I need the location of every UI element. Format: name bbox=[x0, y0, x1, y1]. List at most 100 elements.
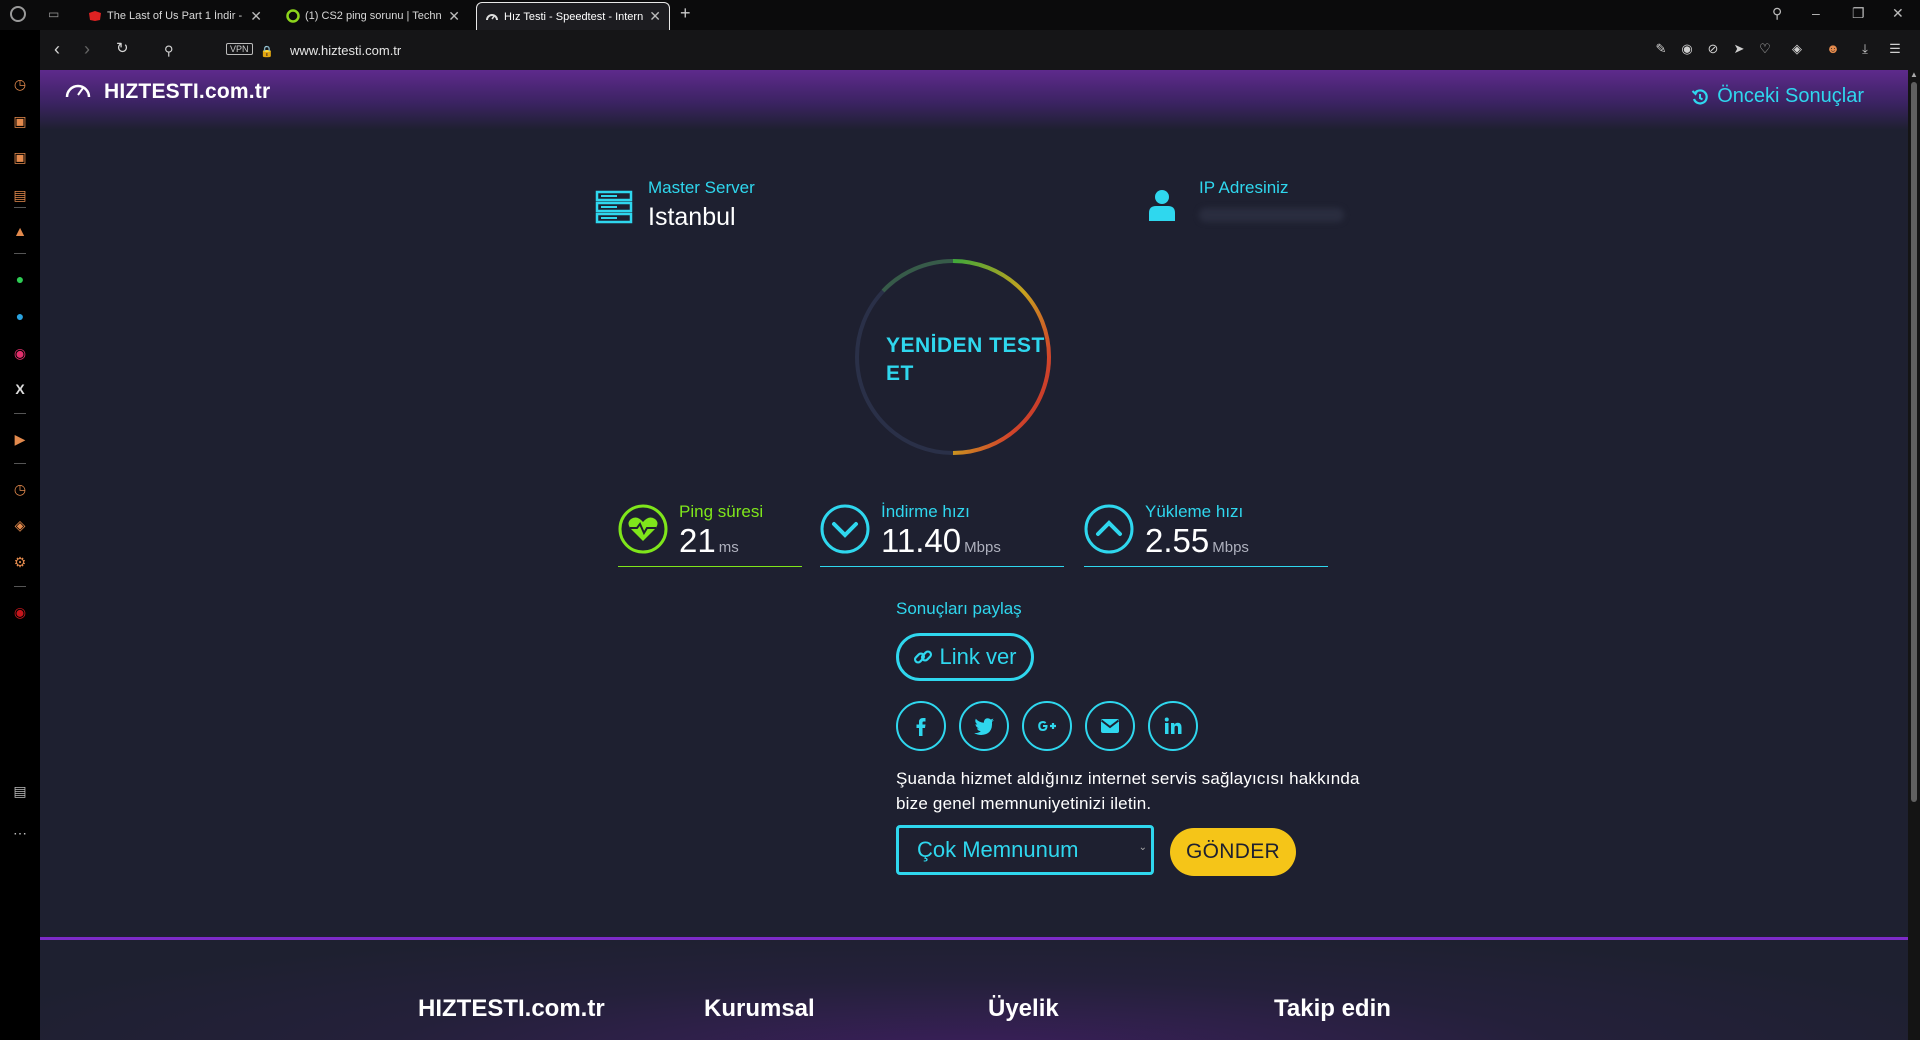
ip-label: IP Adresiniz bbox=[1199, 178, 1289, 197]
send-button[interactable]: GÖNDER bbox=[1170, 828, 1296, 876]
chevron-down-icon: ⌄ bbox=[1138, 842, 1147, 853]
more-icon[interactable]: ⋯ bbox=[11, 824, 29, 842]
speedometer-logo-icon bbox=[65, 84, 91, 98]
upload-value-row: 2.55 Mbps bbox=[1145, 522, 1249, 560]
satisfaction-select[interactable]: Çok Memnunum ⌄ bbox=[896, 825, 1154, 875]
footer-brand-heading: HIZTESTI.com.tr bbox=[418, 995, 605, 1022]
scrollbar-thumb[interactable] bbox=[1911, 82, 1917, 802]
back-icon[interactable]: ‹ bbox=[54, 40, 60, 58]
extensions-icon[interactable]: ◈ bbox=[11, 516, 29, 534]
reload-icon[interactable]: ↻ bbox=[116, 40, 129, 58]
x-icon[interactable]: X bbox=[11, 380, 29, 398]
close-tab-icon[interactable]: ✕ bbox=[649, 8, 661, 25]
shopping-icon[interactable]: ▣ bbox=[11, 112, 29, 130]
download-icon[interactable]: ⤓ bbox=[1858, 42, 1872, 56]
snapshot-icon[interactable]: ◉ bbox=[1680, 42, 1694, 56]
menu-icon[interactable]: ☰ bbox=[1888, 42, 1902, 56]
download-value-row: 11.40 Mbps bbox=[881, 522, 1001, 560]
sidebar-divider bbox=[14, 413, 26, 414]
upload-underline bbox=[1084, 566, 1328, 567]
sidebar-divider bbox=[14, 463, 26, 464]
site-footer: HIZTESTI.com.tr Kurumsal Üyelik Takip ed… bbox=[40, 940, 1908, 1040]
close-window-icon[interactable]: ✕ bbox=[1892, 5, 1904, 22]
link-icon bbox=[914, 650, 933, 664]
news-icon[interactable]: ▤ bbox=[11, 186, 29, 204]
footer-membership-heading: Üyelik bbox=[988, 995, 1059, 1022]
page-scrollbar[interactable]: ▲ bbox=[1908, 70, 1920, 1040]
heart-icon[interactable]: ♡ bbox=[1758, 42, 1772, 56]
download-underline bbox=[820, 566, 1064, 567]
web-page: HIZTESTI.com.tr Önceki Sonuçlar Master S… bbox=[40, 70, 1908, 1040]
cube-icon[interactable]: ◈ bbox=[1790, 42, 1804, 56]
google-plus-share-button[interactable] bbox=[1022, 701, 1072, 751]
footer-corporate-heading: Kurumsal bbox=[704, 995, 815, 1022]
site-header: HIZTESTI.com.tr Önceki Sonuçlar bbox=[40, 70, 1908, 130]
sidebar-divider bbox=[14, 207, 26, 208]
whatsapp-icon[interactable]: ● bbox=[11, 270, 29, 288]
aria-icon[interactable]: ▲ bbox=[11, 222, 29, 240]
tab-last-of-us[interactable]: The Last of Us Part 1 İndir - ✕ bbox=[80, 2, 270, 30]
user-icon bbox=[1149, 190, 1175, 221]
server-value[interactable]: Istanbul bbox=[648, 203, 736, 232]
url-field[interactable]: www.hiztesti.com.tr bbox=[290, 43, 401, 58]
opera-logo-icon[interactable] bbox=[10, 6, 26, 22]
game-site-favicon-icon bbox=[89, 11, 101, 21]
tab-islands-icon[interactable]: ▭ bbox=[48, 7, 64, 21]
close-tab-icon[interactable]: ✕ bbox=[250, 8, 262, 25]
send-icon[interactable]: ➤ bbox=[1732, 42, 1746, 56]
server-label: Master Server bbox=[648, 178, 755, 197]
telegram-icon[interactable]: ● bbox=[11, 307, 29, 325]
search-tabs-icon[interactable]: ⚲ bbox=[1772, 5, 1782, 22]
ping-underline bbox=[618, 566, 802, 567]
player-icon[interactable]: ▶ bbox=[11, 430, 29, 448]
email-share-button[interactable] bbox=[1085, 701, 1135, 751]
address-bar: ‹ › ↻ ⚲ VPN 🔒 www.hiztesti.com.tr ✎ ◉ ⊘ … bbox=[40, 30, 1920, 70]
tab-cs2-ping[interactable]: (1) CS2 ping sorunu | Techn ✕ bbox=[278, 2, 468, 30]
scroll-up-icon[interactable]: ▲ bbox=[1910, 70, 1918, 79]
retest-line-1: YENİDEN TEST bbox=[886, 334, 1045, 357]
link-button[interactable]: Link ver bbox=[896, 633, 1034, 681]
previous-results-label: Önceki Sonuçlar bbox=[1717, 85, 1864, 107]
ublock-icon[interactable]: ◉ bbox=[11, 603, 29, 621]
retest-button[interactable]: YENİDEN TEST ET bbox=[886, 332, 1046, 388]
minimize-icon[interactable]: – bbox=[1812, 5, 1820, 21]
twitch-icon[interactable]: ▣ bbox=[11, 148, 29, 166]
speedometer-favicon-icon bbox=[486, 13, 498, 20]
browser-sidebar: ◷ ▣ ▣ ▤ ▲ ● ● ◉ X ▶ ◷ ◈ ⚙ ◉ ▤ ⋯ bbox=[0, 30, 40, 1040]
history-icon[interactable]: ◷ bbox=[11, 480, 29, 498]
twitter-share-button[interactable] bbox=[959, 701, 1009, 751]
share-title: Sonuçları paylaş bbox=[896, 599, 1022, 618]
speed-dial-icon[interactable]: ◷ bbox=[11, 75, 29, 93]
forward-icon[interactable]: › bbox=[84, 40, 90, 58]
vpn-badge[interactable]: VPN bbox=[226, 43, 253, 55]
profile-icon[interactable]: ☻ bbox=[1826, 42, 1840, 56]
google-plus-icon bbox=[1038, 721, 1056, 731]
download-unit: Mbps bbox=[964, 539, 1001, 556]
new-tab-button[interactable]: + bbox=[680, 3, 691, 24]
edit-page-icon[interactable]: ✎ bbox=[1654, 42, 1668, 56]
adblock-icon[interactable]: ⊘ bbox=[1706, 42, 1720, 56]
tab-bar: ▭ The Last of Us Part 1 İndir - ✕ (1) CS… bbox=[0, 0, 1920, 30]
restore-icon[interactable]: ❐ bbox=[1852, 5, 1865, 22]
facebook-icon bbox=[916, 718, 926, 736]
location-pin-icon[interactable]: ⚲ bbox=[164, 42, 174, 60]
settings-icon[interactable]: ⚙ bbox=[11, 553, 29, 571]
previous-results-link[interactable]: Önceki Sonuçlar bbox=[1691, 85, 1864, 108]
ping-label: Ping süresi bbox=[679, 502, 764, 521]
tab-hiz-testi[interactable]: Hız Testi - Speedtest - Intern ✕ bbox=[476, 2, 670, 30]
instagram-icon[interactable]: ◉ bbox=[11, 344, 29, 362]
close-tab-icon[interactable]: ✕ bbox=[448, 8, 460, 25]
ping-value: 21 bbox=[679, 522, 716, 559]
twitter-icon bbox=[974, 718, 994, 735]
ping-unit: ms bbox=[718, 539, 739, 556]
sidebar-divider bbox=[14, 253, 26, 254]
techolay-favicon-icon bbox=[286, 9, 300, 23]
linkedin-share-button[interactable] bbox=[1148, 701, 1198, 751]
facebook-share-button[interactable] bbox=[896, 701, 946, 751]
lock-icon[interactable]: 🔒 bbox=[260, 43, 274, 61]
pinboard-icon[interactable]: ▤ bbox=[11, 782, 29, 800]
upload-value: 2.55 bbox=[1145, 522, 1210, 559]
footer-follow-heading: Takip edin bbox=[1274, 995, 1391, 1022]
site-logo[interactable]: HIZTESTI.com.tr bbox=[104, 80, 270, 104]
download-arrow-icon bbox=[820, 504, 870, 554]
